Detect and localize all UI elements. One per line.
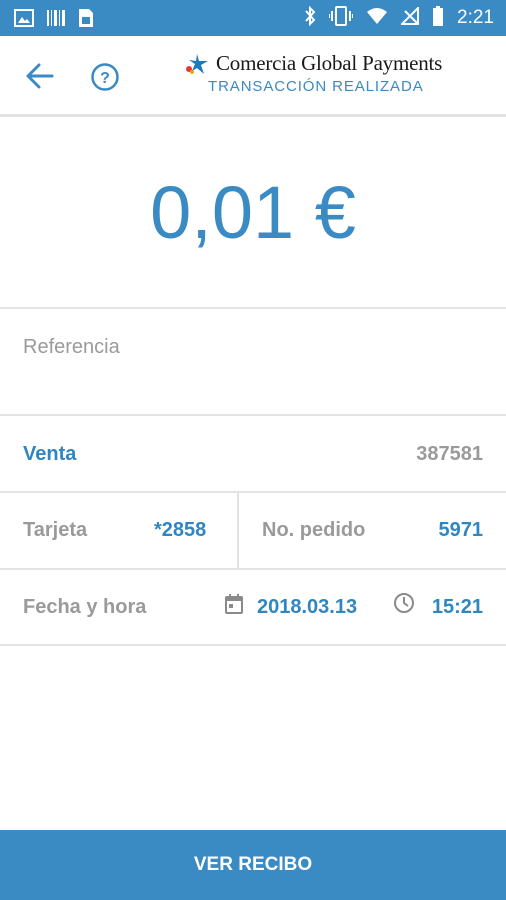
image-icon xyxy=(14,9,34,32)
help-circle-icon: ? xyxy=(91,63,119,91)
back-button[interactable] xyxy=(22,58,58,94)
order-value: 5971 xyxy=(438,519,484,541)
calendar-icon xyxy=(224,593,244,620)
brand-name: Comercia Global Payments xyxy=(216,51,443,75)
vibrate-icon xyxy=(328,5,355,31)
page-title: TRANSACCIÓN REALIZADA xyxy=(208,78,424,95)
reference-label: Referencia xyxy=(23,336,120,358)
status-bar-left xyxy=(14,8,94,33)
sim-icon xyxy=(78,8,94,33)
clock-icon xyxy=(393,592,415,619)
transaction-type-value: 387581 xyxy=(416,443,483,465)
view-receipt-button[interactable]: VER RECIBO xyxy=(0,830,506,900)
barcode-icon xyxy=(46,9,66,32)
svg-text:?: ? xyxy=(100,70,110,87)
divider xyxy=(0,307,506,309)
divider xyxy=(0,414,506,416)
column-divider xyxy=(237,493,239,569)
status-bar-right: 2:21 xyxy=(304,0,494,36)
wifi-icon xyxy=(366,7,388,30)
app-header: ? Comercia Global Payments TRANSACCIÓN R… xyxy=(0,36,506,117)
transaction-type-label: Venta xyxy=(23,443,77,465)
arrow-left-icon xyxy=(26,63,54,89)
order-label: No. pedido xyxy=(262,519,366,541)
divider xyxy=(0,568,506,570)
star-logo-icon xyxy=(186,53,208,74)
status-time: 2:21 xyxy=(457,7,494,28)
status-bar: 2:21 xyxy=(0,0,506,36)
bluetooth-icon xyxy=(304,5,316,31)
datetime-label: Fecha y hora xyxy=(23,596,147,618)
card-value: *2858 xyxy=(154,519,207,541)
no-signal-icon xyxy=(399,5,420,30)
divider xyxy=(0,644,506,646)
date-value: 2018.03.13 xyxy=(257,596,358,618)
brand-logo: Comercia Global Payments xyxy=(184,51,442,76)
divider xyxy=(0,491,506,493)
battery-icon xyxy=(432,5,444,31)
help-button[interactable]: ? xyxy=(90,62,120,92)
transaction-amount: 0,01 € xyxy=(150,171,356,254)
card-label: Tarjeta xyxy=(23,519,88,541)
time-value: 15:21 xyxy=(431,596,483,618)
